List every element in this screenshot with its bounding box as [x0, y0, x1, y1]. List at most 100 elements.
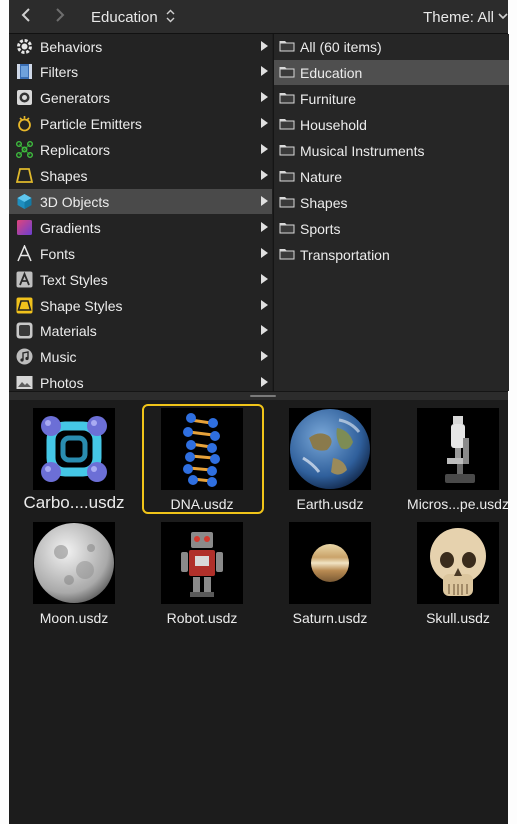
disclosure-arrow-icon	[261, 300, 268, 310]
carbon-molecule-icon	[33, 408, 115, 490]
folder-label: Shapes	[300, 195, 348, 211]
resize-handle[interactable]	[250, 395, 276, 397]
category-label: Shape Styles	[40, 298, 123, 314]
disclosure-arrow-icon	[261, 248, 268, 258]
disclosure-arrow-icon	[261, 92, 268, 102]
folder-label: Transportation	[300, 247, 390, 263]
category-filters[interactable]: Filters	[9, 59, 272, 84]
skull-icon	[417, 522, 499, 604]
folder-label: Household	[300, 117, 367, 133]
folder-icon	[279, 249, 295, 260]
folder-label: Education	[300, 65, 363, 81]
folder-label: Nature	[300, 169, 343, 185]
gradient-icon	[17, 220, 32, 235]
folder-nature[interactable]: Nature	[274, 164, 509, 189]
item-label: Micros...pe.usdz	[407, 496, 509, 512]
right-border	[508, 0, 517, 824]
item-grid: Carbo....usdz DNA.usdz Earth.usdz Micros…	[9, 400, 509, 824]
shape-style-icon	[16, 297, 33, 314]
generator-icon	[17, 90, 32, 105]
disclosure-arrow-icon	[261, 351, 268, 361]
robot-icon	[161, 522, 243, 604]
chevron-right-icon	[56, 8, 65, 22]
folder-icon	[279, 171, 295, 182]
category-replicators[interactable]: Replicators	[9, 137, 272, 162]
folder-icon	[279, 145, 295, 156]
font-icon	[17, 245, 32, 262]
disclosure-arrow-icon	[261, 170, 268, 180]
chevron-left-icon	[21, 8, 30, 22]
folder-household[interactable]: Household	[274, 112, 509, 137]
disclosure-arrow-icon	[261, 118, 268, 128]
text-style-icon	[16, 271, 33, 288]
category-label: Gradients	[40, 220, 101, 236]
back-button[interactable]	[21, 8, 31, 26]
category-label: Particle Emitters	[40, 116, 142, 132]
cube-icon	[17, 194, 32, 209]
folder-label: All (60 items)	[300, 39, 382, 55]
category-music[interactable]: Music	[9, 344, 272, 369]
item-label: Saturn.usdz	[292, 610, 368, 626]
item-label: DNA.usdz	[170, 496, 234, 512]
category-label: 3D Objects	[40, 194, 110, 210]
location-popup[interactable]: Education	[91, 9, 158, 26]
dna-icon	[161, 408, 243, 490]
music-icon	[16, 348, 33, 365]
folder-musical-instruments[interactable]: Musical Instruments	[274, 138, 509, 163]
category-label: Filters	[40, 64, 79, 80]
library-browser: Education Theme: All Behaviors Filters G…	[9, 0, 509, 824]
folder-transportation[interactable]: Transportation	[274, 242, 509, 267]
item-label: Earth.usdz	[296, 496, 364, 512]
forward-button[interactable]	[55, 8, 65, 26]
theme-popup[interactable]: Theme: All	[423, 9, 494, 26]
category-label: Music	[40, 349, 77, 365]
category-materials[interactable]: Materials	[9, 318, 272, 343]
folder-label: Musical Instruments	[300, 143, 425, 159]
shape-icon	[16, 168, 33, 183]
material-icon	[16, 322, 33, 339]
disclosure-arrow-icon	[261, 66, 268, 76]
category-3d-objects[interactable]: 3D Objects	[9, 189, 272, 214]
category-particle-emitters[interactable]: Particle Emitters	[9, 111, 272, 136]
folder-sports[interactable]: Sports	[274, 216, 509, 241]
folder-education[interactable]: Education	[274, 60, 509, 85]
category-label: Generators	[40, 90, 111, 106]
disclosure-arrow-icon	[261, 144, 268, 154]
browser-toolbar: Education Theme: All	[9, 0, 508, 34]
folder-icon	[279, 41, 295, 52]
item-label: Moon.usdz	[39, 610, 109, 626]
disclosure-arrow-icon	[261, 377, 268, 387]
saturn-icon	[289, 522, 371, 604]
folder-icon	[279, 67, 295, 78]
folder-shapes[interactable]: Shapes	[274, 190, 509, 215]
disclosure-arrow-icon	[261, 325, 268, 335]
film-icon	[17, 64, 32, 79]
item-label: Skull.usdz	[426, 610, 490, 626]
moon-icon	[33, 522, 115, 604]
category-label: Photos	[40, 375, 84, 391]
folder-furniture[interactable]: Furniture	[274, 86, 509, 111]
category-text-styles[interactable]: Text Styles	[9, 267, 272, 292]
folder-icon	[279, 93, 295, 104]
microscope-icon	[417, 408, 499, 490]
emitter-icon	[18, 116, 31, 132]
replicator-icon	[16, 141, 33, 158]
folder-all[interactable]: All (60 items)	[274, 34, 509, 59]
disclosure-arrow-icon	[261, 41, 268, 51]
category-shape-styles[interactable]: Shape Styles	[9, 293, 272, 318]
category-label: Text Styles	[40, 272, 108, 288]
folder-list: All (60 items) Education Furniture House…	[273, 34, 509, 391]
category-fonts[interactable]: Fonts	[9, 241, 272, 266]
updown-chevron-icon[interactable]	[166, 9, 175, 26]
item-label: Robot.usdz	[166, 610, 238, 626]
category-label: Behaviors	[40, 39, 103, 55]
chevron-down-icon[interactable]	[498, 9, 508, 26]
category-label: Fonts	[40, 246, 76, 262]
folder-icon	[279, 223, 295, 234]
category-generators[interactable]: Generators	[9, 85, 272, 110]
category-behaviors[interactable]: Behaviors	[9, 34, 272, 59]
disclosure-arrow-icon	[261, 222, 268, 232]
category-gradients[interactable]: Gradients	[9, 215, 272, 240]
earth-icon	[289, 408, 371, 490]
category-shapes[interactable]: Shapes	[9, 163, 272, 188]
